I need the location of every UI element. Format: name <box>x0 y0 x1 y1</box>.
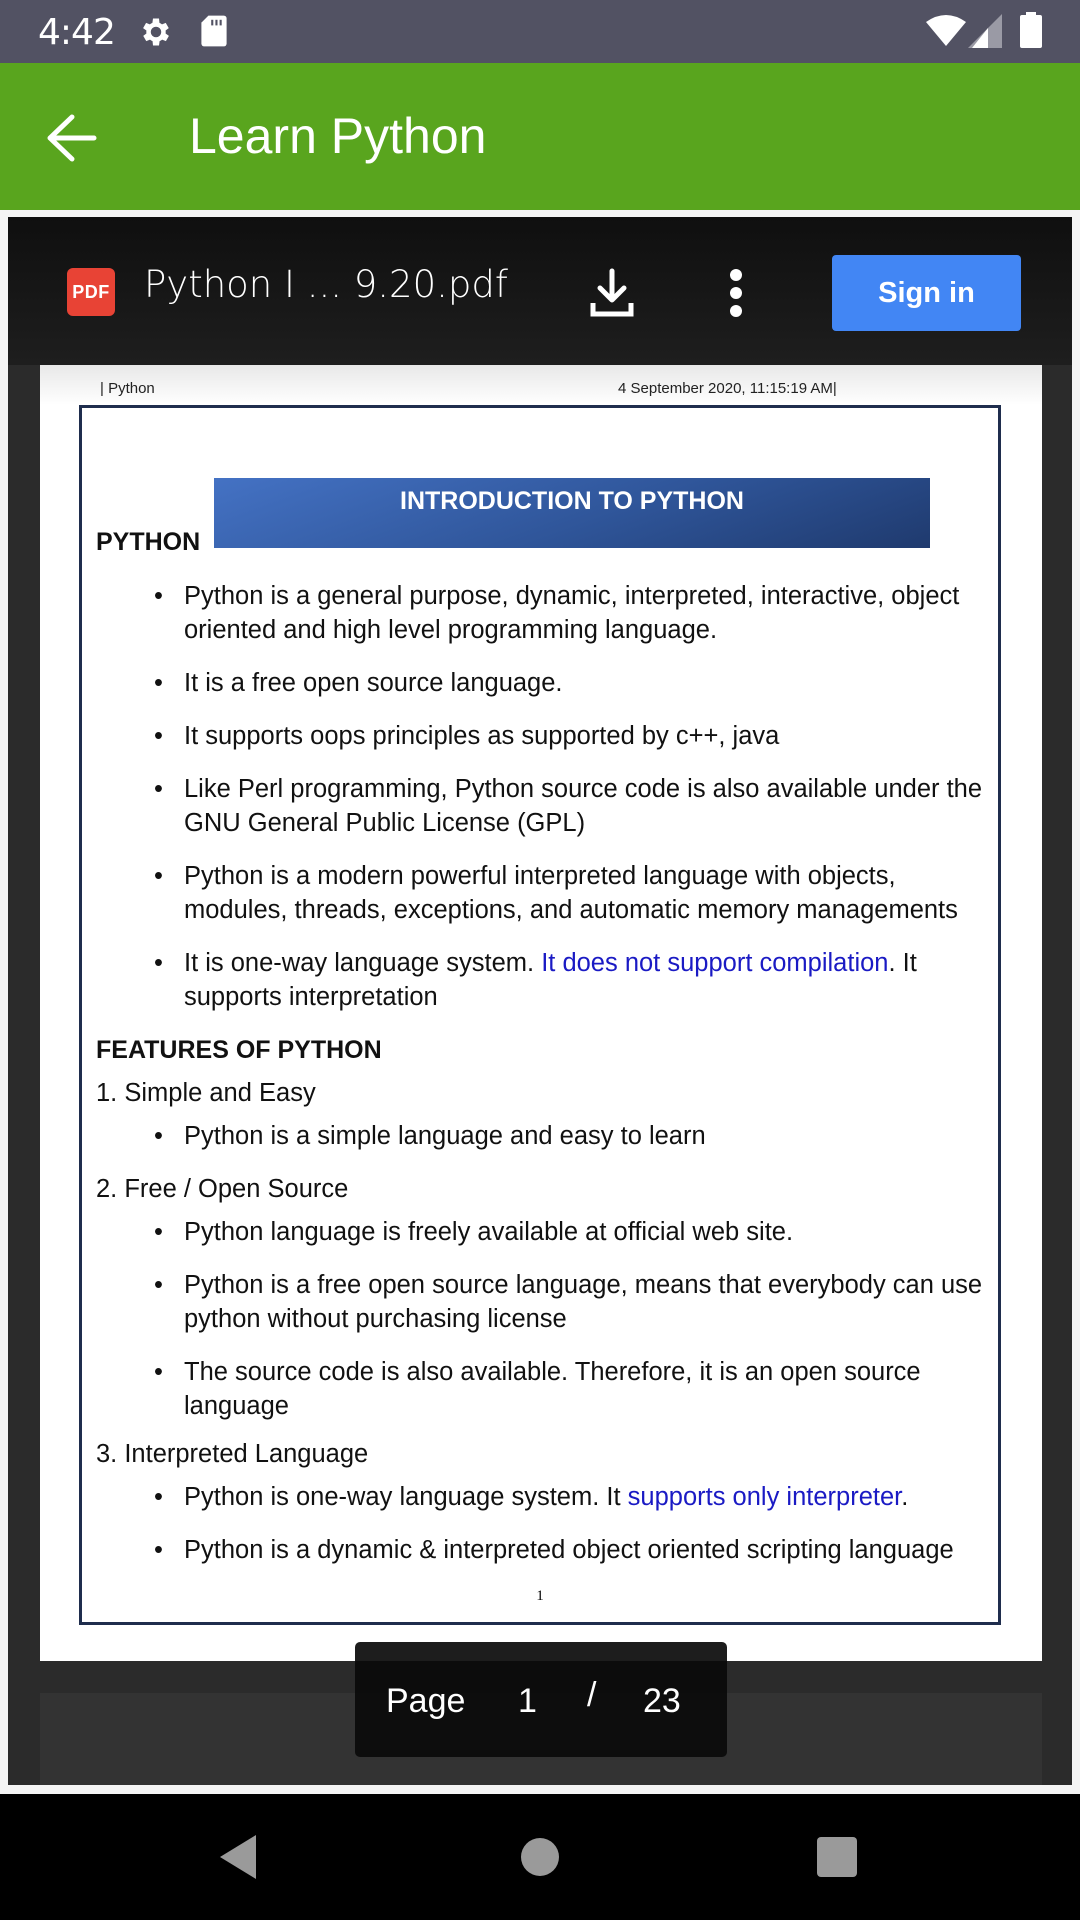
wifi-icon <box>926 15 966 46</box>
app-bar: Learn Python <box>0 63 1080 210</box>
pdf-page[interactable]: | Python 4 September 2020, 11:15:19 AM| … <box>40 365 1042 1661</box>
app-title: Learn Python <box>189 108 487 164</box>
list-item: It supports oops principles as supported… <box>96 719 996 753</box>
highlighted-text: It does not support compilation <box>541 949 889 977</box>
document-body: PYTHON Python is a general purpose, dyna… <box>96 525 996 1586</box>
more-vertical-icon[interactable] <box>726 267 746 319</box>
list-item: It is a free open source language. <box>96 666 996 700</box>
recents-square-icon[interactable] <box>817 1837 857 1877</box>
feature-title: 2. Free / Open Source <box>96 1175 349 1203</box>
total-pages: 23 <box>643 1682 681 1720</box>
download-icon[interactable] <box>588 267 636 319</box>
system-nav-bar <box>0 1794 1080 1920</box>
viewer-toolbar: PDF Python I ... 9.20.pdf Sign in <box>8 217 1072 365</box>
section-heading: PYTHON <box>96 528 201 556</box>
gear-icon <box>143 18 169 46</box>
back-triangle-icon[interactable] <box>218 1835 258 1879</box>
page-label: Page <box>386 1682 466 1720</box>
home-circle-icon[interactable] <box>521 1838 559 1876</box>
list-item: Python is a free open source language, m… <box>96 1268 996 1336</box>
list-item: Like Perl programming, Python source cod… <box>96 772 996 840</box>
text: Python is one-way language system. It <box>184 1483 628 1511</box>
feature-title: 1. Simple and Easy <box>96 1079 316 1107</box>
doc-header-left: | Python <box>100 380 155 397</box>
text: . <box>901 1483 909 1511</box>
list-item: Python language is freely available at o… <box>96 1215 996 1249</box>
page-number: 1 <box>536 1588 544 1604</box>
page-indicator: Page 1 / 23 <box>355 1642 727 1757</box>
list-item: Python is a simple language and easy to … <box>96 1119 996 1153</box>
list-item: Python is one-way language system. It su… <box>96 1480 996 1514</box>
status-bar: 4:42 <box>0 0 1080 63</box>
pdf-viewer: PDF Python I ... 9.20.pdf Sign in | Pyth… <box>8 217 1072 1785</box>
signal-icon <box>968 14 1002 48</box>
section-heading: FEATURES OF PYTHON <box>96 1036 382 1064</box>
battery-icon <box>1020 12 1042 48</box>
file-name: Python I ... 9.20.pdf <box>144 263 508 306</box>
text: It is one-way language system. <box>184 949 542 977</box>
page-shade <box>40 365 1042 405</box>
sign-in-button[interactable]: Sign in <box>832 255 1021 331</box>
feature-title: 3. Interpreted Language <box>96 1440 369 1468</box>
list-item: The source code is also available. There… <box>96 1355 996 1423</box>
status-time: 4:42 <box>38 12 116 53</box>
list-item: Python is a dynamic & interpreted object… <box>96 1533 996 1567</box>
list-item: Python is a general purpose, dynamic, in… <box>96 579 996 647</box>
list-item: Python is a modern powerful interpreted … <box>96 859 996 927</box>
pdf-file-icon: PDF <box>67 268 115 316</box>
highlighted-text: supports only interpreter <box>627 1483 902 1511</box>
arrow-left-icon[interactable] <box>42 111 102 165</box>
page-separator: / <box>587 1676 597 1714</box>
list-item: It is one-way language system. It does n… <box>96 946 996 1014</box>
doc-header-right: 4 September 2020, 11:15:19 AM| <box>618 380 837 397</box>
current-page: 1 <box>518 1682 537 1720</box>
sd-card-icon <box>201 15 227 47</box>
